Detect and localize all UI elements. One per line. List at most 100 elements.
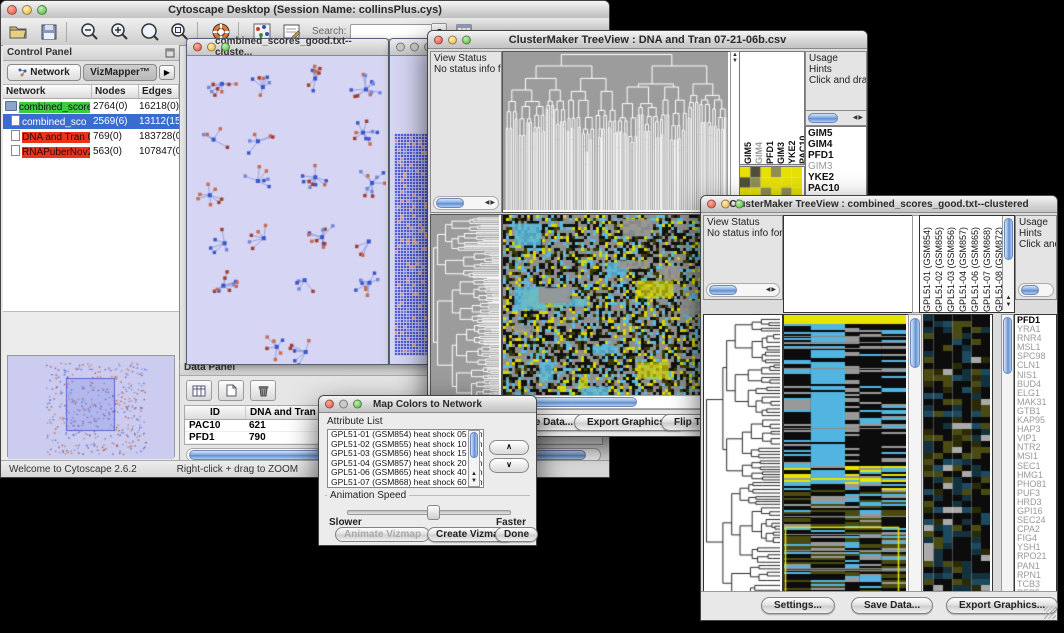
network-canvas[interactable]	[187, 56, 386, 364]
slider-thumb[interactable]	[427, 505, 440, 520]
scroll-arrows[interactable]: ◀▶	[853, 114, 864, 121]
minimize-button[interactable]	[410, 43, 419, 52]
float-panel-icon[interactable]	[165, 48, 175, 58]
tv2-vscrollbar[interactable]: ▲▼	[908, 314, 922, 607]
gene-label[interactable]: GIM4	[808, 139, 864, 150]
delete-attribute-icon[interactable]	[250, 380, 276, 401]
tv1-heatmap-canvas[interactable]	[503, 215, 717, 408]
new-attribute-icon[interactable]	[218, 380, 244, 401]
column-label[interactable]: GPL51-03 (GSM856)	[946, 216, 957, 312]
tv1-heatmap[interactable]	[502, 214, 720, 411]
open-file-icon[interactable]	[7, 21, 31, 43]
tv2-hints-scrollbar[interactable]	[1018, 283, 1054, 297]
done-button[interactable]: Done	[495, 527, 538, 542]
column-label[interactable]: GPL51-07 (GSM868)	[982, 216, 993, 312]
close-button[interactable]	[7, 5, 17, 15]
dialog-titlebar[interactable]: Map Colors to Network	[319, 396, 536, 413]
animation-speed-slider[interactable]	[347, 510, 511, 515]
gene-label[interactable]: PAC10	[808, 183, 864, 194]
move-up-button[interactable]: ∧	[489, 440, 529, 455]
gene-label[interactable]: YKE2	[808, 172, 864, 183]
network-row[interactable]: combined_scores_ 2764(0) 16218(0)	[3, 99, 179, 114]
attribute-item[interactable]: GPL51-07 (GSM868) heat shock 60 min	[331, 478, 483, 488]
vscroll-arrows[interactable]: ▲▼	[1003, 295, 1014, 309]
network-row[interactable]: DNA and Tran 07 769(0) 183728(0)	[3, 129, 179, 144]
tv2-heatmap[interactable]	[783, 314, 909, 607]
network-row[interactable]: combined_sco 2569(6) 13112(15)	[3, 114, 179, 129]
tv2-status-scrollbar[interactable]: ◀▶	[706, 283, 780, 297]
attribute-listbox[interactable]: GPL51-01 (GSM854) heat shock 05 minGPL51…	[327, 429, 484, 488]
tv1-column-dendrogram-canvas[interactable]	[503, 52, 728, 210]
tv1-hints-scrollbar[interactable]: ◀▶	[805, 110, 867, 126]
tab-network[interactable]: Network	[7, 64, 81, 81]
vscroll-thumb[interactable]	[910, 318, 920, 368]
network-row[interactable]: RNAPuberNov2+ 563(0) 107847(0)	[3, 144, 179, 159]
zoom-button[interactable]	[37, 5, 47, 15]
gene-label[interactable]: GIM5	[808, 128, 864, 139]
tv2-heatmap-canvas[interactable]	[784, 315, 906, 604]
zoom-button[interactable]	[735, 200, 744, 209]
save-data-button[interactable]: Save Data...	[851, 597, 933, 614]
column-label[interactable]: GPL51-01 (GSM854)	[922, 216, 933, 312]
tab-overflow-arrow[interactable]: ▶	[159, 65, 175, 80]
gene-label[interactable]: GIM3	[808, 161, 864, 172]
tv2-row-dendrogram[interactable]	[703, 314, 783, 607]
close-button[interactable]	[193, 43, 202, 52]
tv1-row-dendrogram-canvas[interactable]	[431, 215, 499, 408]
minimize-button[interactable]	[448, 35, 457, 44]
export-graphics-button[interactable]: Export Graphics...	[946, 597, 1058, 614]
column-label[interactable]: GPL51-04 (GSM857)	[958, 216, 969, 312]
settings-button[interactable]: Settings...	[761, 597, 835, 614]
scroll-thumb[interactable]	[1021, 285, 1039, 295]
tv2-zoom-vscrollbar[interactable]: ▲▼	[1001, 314, 1014, 607]
minimize-button[interactable]	[22, 5, 32, 15]
vscroll-arrows[interactable]: ▲▼	[469, 471, 479, 485]
zoom-button[interactable]	[462, 35, 471, 44]
scroll-arrows[interactable]: ◀▶	[766, 286, 777, 293]
vscroll-thumb[interactable]	[1003, 317, 1012, 374]
network-view-titlebar[interactable]: combined_scores_good.txt--cluste...	[187, 39, 388, 56]
scroll-thumb[interactable]	[709, 285, 737, 295]
animate-vizmap-button[interactable]: Animate Vizmap	[335, 527, 430, 542]
select-attributes-icon[interactable]	[186, 380, 212, 401]
resize-grip[interactable]	[1044, 607, 1056, 619]
column-label[interactable]: GIM3	[776, 52, 786, 164]
minimize-button[interactable]	[721, 200, 730, 209]
column-label[interactable]: GPL51-06 (GSM865)	[970, 216, 981, 312]
minimize-button[interactable]	[339, 400, 348, 409]
zoom-in-icon[interactable]	[108, 21, 132, 43]
tv1-column-dendrogram[interactable]	[502, 51, 731, 213]
close-button[interactable]	[707, 200, 716, 209]
tv1-status-scrollbar[interactable]: ◀▶	[433, 196, 499, 210]
main-titlebar[interactable]: Cytoscape Desktop (Session Name: collins…	[1, 1, 609, 19]
gene-label[interactable]: PFD1	[808, 150, 864, 161]
zoom-button[interactable]	[221, 43, 230, 52]
scroll-thumb[interactable]	[808, 113, 838, 123]
tv2-row-dendrogram-canvas[interactable]	[704, 315, 780, 604]
column-label[interactable]: GPL51-02 (GSM855)	[934, 216, 945, 312]
column-label[interactable]: PFD1	[765, 52, 775, 164]
close-button[interactable]	[434, 35, 443, 44]
birdseye-view[interactable]	[7, 355, 175, 457]
tv1-row-dendrogram[interactable]	[430, 214, 502, 411]
minimize-button[interactable]	[207, 43, 216, 52]
attribute-list-scrollbar[interactable]: ▲▼	[468, 430, 480, 487]
tv2-labels-scrollbar[interactable]: ▲▼	[1002, 216, 1014, 310]
close-button[interactable]	[396, 43, 405, 52]
treeview1-titlebar[interactable]: ClusterMaker TreeView : DNA and Tran 07-…	[428, 31, 867, 49]
vscroll-thumb[interactable]	[470, 432, 478, 458]
tab-vizmapper[interactable]: VizMapper™	[83, 64, 157, 81]
save-icon[interactable]	[37, 21, 61, 43]
move-down-button[interactable]: ∨	[489, 458, 529, 473]
column-label[interactable]: PAC10	[798, 52, 805, 164]
treeview2-titlebar[interactable]: ClusterMaker TreeView : combined_scores_…	[701, 196, 1057, 213]
zoom-out-icon[interactable]	[78, 21, 102, 43]
zoom-fit-icon[interactable]	[138, 21, 162, 43]
vscroll-thumb[interactable]	[1004, 218, 1013, 260]
network-table-header[interactable]: Network Nodes Edges	[3, 85, 179, 99]
scroll-thumb[interactable]	[436, 198, 464, 208]
close-button[interactable]	[325, 400, 334, 409]
tv2-zoom-heatmap[interactable]	[923, 314, 993, 598]
tv2-zoom-heatmap-canvas[interactable]	[924, 315, 990, 595]
column-label[interactable]: GIM5	[743, 52, 753, 164]
